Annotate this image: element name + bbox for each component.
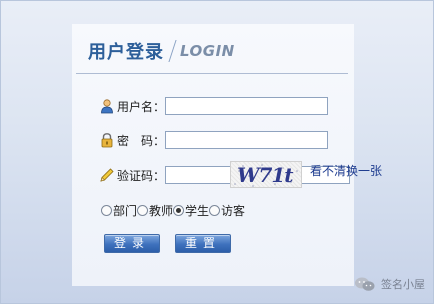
pencil-icon	[100, 168, 114, 182]
role-option-student[interactable]: 学生	[173, 202, 209, 219]
password-input[interactable]	[165, 131, 329, 149]
reset-button[interactable]: 重置	[175, 234, 231, 253]
captcha-image[interactable]: W71t	[230, 161, 302, 188]
username-row: 用户名：	[99, 96, 329, 116]
username-label: 用户名：	[117, 99, 166, 114]
wechat-logo	[355, 277, 375, 291]
captcha-label: 验证码：	[117, 168, 166, 183]
login-button[interactable]: 登录	[104, 234, 160, 253]
role-selector: 部门 教师 学生 访客	[101, 202, 245, 219]
role-label-student: 学生	[185, 204, 210, 218]
username-input[interactable]	[165, 97, 329, 115]
title-separator	[168, 40, 177, 62]
lock-icon	[101, 133, 113, 148]
password-row: 密 码：	[99, 130, 329, 150]
role-option-dept[interactable]: 部门	[101, 202, 137, 219]
password-label: 密 码：	[117, 133, 166, 148]
role-option-teacher[interactable]: 教师	[137, 202, 173, 219]
radio-student[interactable]	[173, 205, 185, 216]
title-en: LOGIN	[180, 42, 235, 60]
role-label-guest: 访客	[221, 204, 246, 218]
title-divider	[76, 73, 348, 74]
role-option-guest[interactable]: 访客	[209, 202, 245, 219]
watermark-text: 签名小屋	[381, 278, 425, 291]
user-icon	[101, 99, 113, 114]
login-title: 用户登录 LOGIN	[88, 38, 235, 64]
radio-dept[interactable]	[101, 205, 112, 216]
role-label-teacher: 教师	[149, 204, 174, 218]
refresh-captcha-link[interactable]: 看不清换一张	[310, 162, 382, 179]
title-zh: 用户登录	[88, 42, 164, 63]
captcha-text: W71t	[237, 163, 294, 187]
radio-teacher[interactable]	[137, 205, 149, 216]
role-label-dept: 部门	[113, 204, 138, 218]
watermark: 签名小屋	[354, 276, 425, 292]
radio-guest[interactable]	[209, 205, 221, 216]
